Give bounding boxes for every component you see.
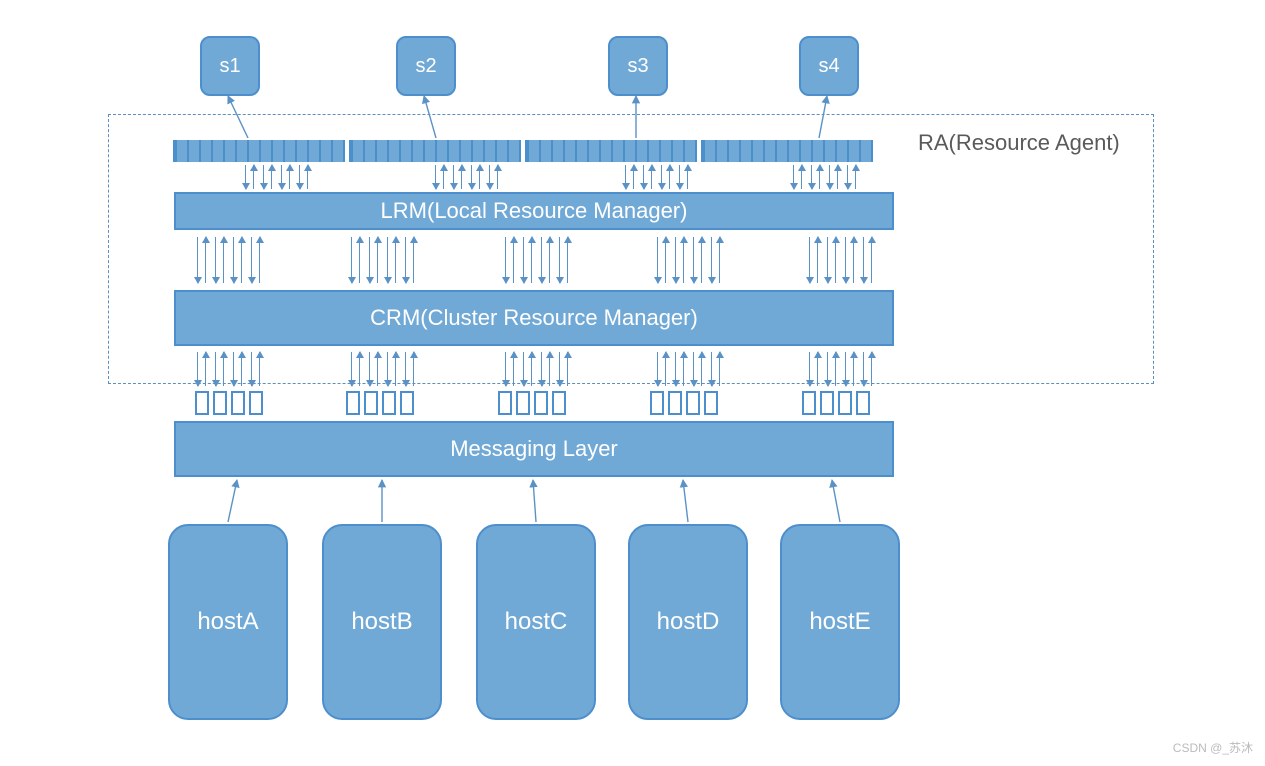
ra-label: RA(Resource Agent): [918, 130, 1120, 156]
service-s2: s2: [396, 36, 456, 96]
host-e: hostE: [780, 524, 900, 720]
host-b: hostB: [322, 524, 442, 720]
service-s4: s4: [799, 36, 859, 96]
diagram-stage: RA(Resource Agent) s1 s2 s3 s4 LRM(Local…: [0, 0, 1265, 766]
ra-seg: [701, 140, 873, 162]
service-s3: s3: [608, 36, 668, 96]
ra-seg: [173, 140, 345, 162]
messaging-layer: Messaging Layer: [174, 421, 894, 477]
lrm-layer: LRM(Local Resource Manager): [174, 192, 894, 230]
service-s1: s1: [200, 36, 260, 96]
host-d: hostD: [628, 524, 748, 720]
watermark: CSDN @_苏沐: [1173, 739, 1253, 756]
crm-layer: CRM(Cluster Resource Manager): [174, 290, 894, 346]
host-a: hostA: [168, 524, 288, 720]
ra-seg: [525, 140, 697, 162]
ra-bar: [173, 140, 893, 162]
ra-seg: [349, 140, 521, 162]
host-c: hostC: [476, 524, 596, 720]
